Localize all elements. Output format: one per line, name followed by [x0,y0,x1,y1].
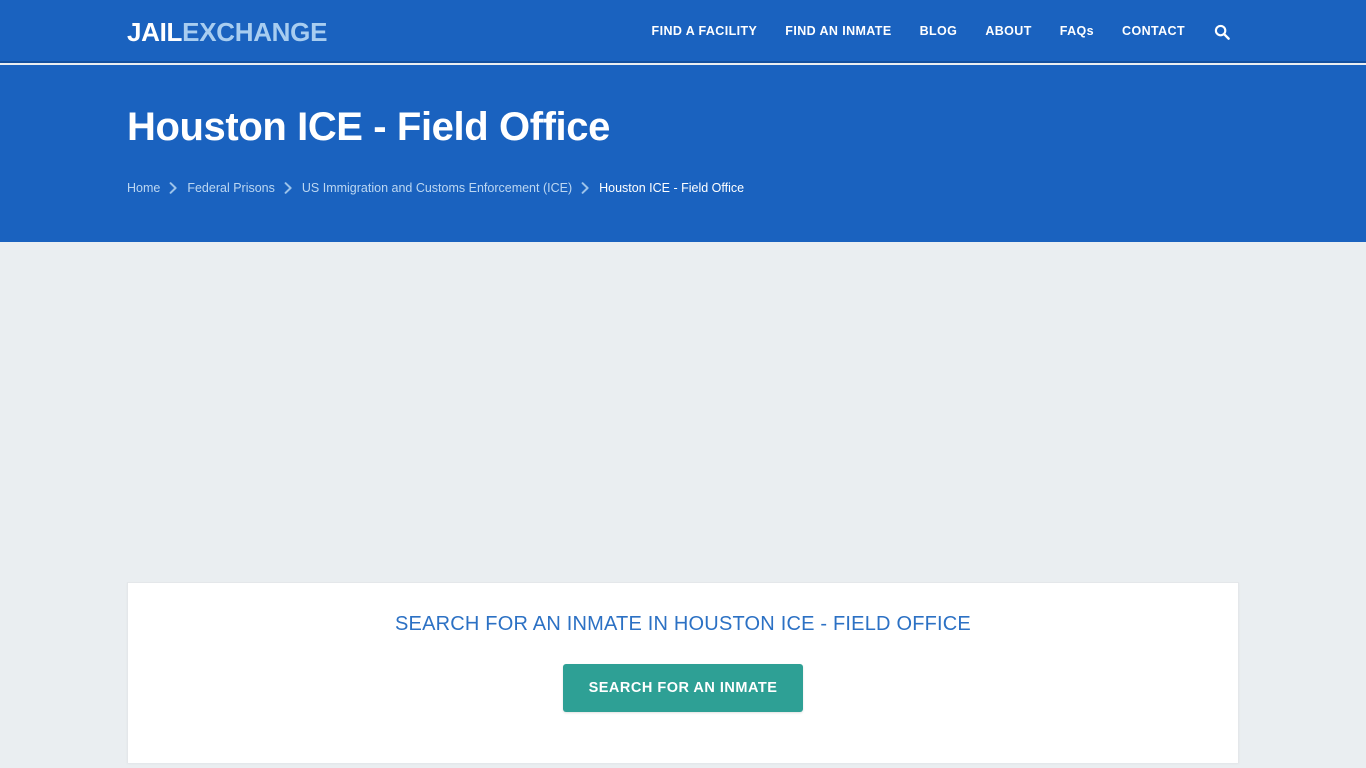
page-title: Houston ICE - Field Office [127,105,610,149]
site-logo-part-exchange: EXCHANGE [182,17,328,47]
nav-item-find-a-facility[interactable]: FIND A FACILITY [638,0,772,63]
content-filler-area [0,242,1366,582]
chevron-right-icon [169,182,178,194]
site-logo-part-jail: JAIL [127,17,183,47]
chevron-right-icon [581,182,590,194]
top-navigation-inner: JAILEXCHANGE FIND A FACILITY FIND AN INM… [0,0,1366,63]
breadcrumb-item-ice[interactable]: US Immigration and Customs Enforcement (… [302,179,572,197]
breadcrumb-item-federal-prisons[interactable]: Federal Prisons [187,179,275,197]
breadcrumb: Home Federal Prisons US Immigration and … [127,179,744,197]
top-navigation-bar: JAILEXCHANGE FIND A FACILITY FIND AN INM… [0,0,1366,63]
nav-item-blog[interactable]: BLOG [906,0,972,63]
breadcrumb-item-current: Houston ICE - Field Office [599,181,745,195]
nav-item-faqs[interactable]: FAQs [1046,0,1108,63]
search-icon[interactable] [1205,0,1239,63]
inmate-search-button-wrap: SEARCH FOR AN INMATE [128,664,1238,712]
hero-banner: Houston ICE - Field Office Home Federal … [0,65,1366,242]
inmate-search-heading: SEARCH FOR AN INMATE IN HOUSTON ICE - FI… [395,613,971,635]
nav-item-about[interactable]: ABOUT [971,0,1045,63]
nav-item-contact[interactable]: CONTACT [1108,0,1199,63]
chevron-right-icon [284,182,293,194]
inmate-search-card: SEARCH FOR AN INMATE IN HOUSTON ICE - FI… [127,582,1239,763]
site-logo[interactable]: JAILEXCHANGE [127,17,327,47]
search-for-an-inmate-button[interactable]: SEARCH FOR AN INMATE [562,664,804,712]
page-root: JAILEXCHANGE FIND A FACILITY FIND AN INM… [0,0,1366,768]
nav-item-find-an-inmate[interactable]: FIND AN INMATE [771,0,905,63]
breadcrumb-item-home[interactable]: Home [127,179,160,197]
main-navigation: FIND A FACILITY FIND AN INMATE BLOG ABOU… [638,0,1239,63]
